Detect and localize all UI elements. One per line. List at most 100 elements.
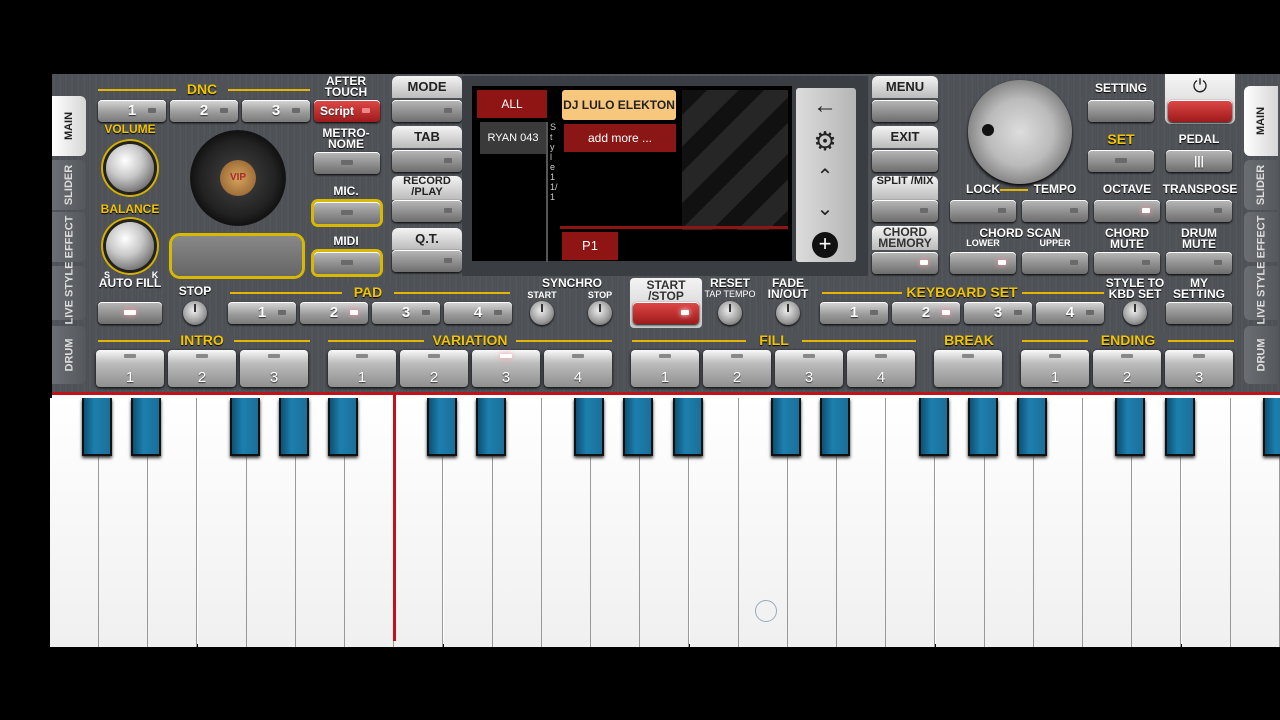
balance-knob[interactable] [106,222,154,270]
black-key[interactable] [967,398,998,456]
black-key[interactable] [771,398,801,456]
tab-main-left[interactable]: MAIN [52,96,86,156]
variation-button-1[interactable]: 1 [328,350,396,387]
keyboard-set-button-3[interactable]: 3 [964,302,1032,324]
intro-button-3[interactable]: 3 [240,350,308,387]
metronome-button[interactable] [314,152,380,174]
keyboard-set-button-1[interactable]: 1 [820,302,888,324]
tempo-dial[interactable] [968,80,1072,184]
tab-effect-right[interactable]: EFFECT [1244,212,1278,262]
synchro-start-knob[interactable] [530,301,554,325]
keyboard-set-button-2[interactable]: 2 [892,302,960,324]
drum-mute-button[interactable] [1166,252,1232,274]
volume-knob[interactable] [106,144,154,192]
chord-memory-button[interactable] [872,252,938,274]
fill-button-4[interactable]: 4 [847,350,915,387]
chevron-up-icon[interactable]: ⌃ [810,164,840,188]
add-more-button[interactable]: add more ... [564,124,676,152]
back-arrow-icon[interactable]: ← [810,92,840,122]
black-key[interactable] [328,398,359,456]
fill-button-2[interactable]: 2 [703,350,771,387]
synchro-stop-knob[interactable] [588,301,612,325]
intro-button-1[interactable]: 1 [96,350,164,387]
tab-main-right[interactable]: MAIN [1244,86,1278,156]
black-key[interactable] [475,398,506,456]
transpose-button[interactable] [1166,200,1232,222]
black-key[interactable] [574,398,605,456]
black-key[interactable] [918,398,949,456]
black-key[interactable] [820,398,851,456]
display-pad[interactable] [172,236,302,276]
intro-button-2[interactable]: 2 [168,350,236,387]
tab-live-style-left[interactable]: LIVE STYLE [52,262,86,324]
exit-button[interactable] [872,150,938,172]
piano-keyboard[interactable] [50,392,1280,647]
chevron-down-icon[interactable]: ⌄ [810,196,840,220]
black-key[interactable] [623,398,654,456]
tab-live-style-right[interactable]: LIVE STYLE [1244,262,1278,324]
pad-button-2[interactable]: 2 [300,302,368,324]
power-button[interactable] [1168,100,1232,122]
tab-button[interactable] [392,150,462,172]
dnc-button-1[interactable]: 1 [98,100,166,122]
qt-button[interactable] [392,250,462,272]
chord-scan-lower-button[interactable] [950,252,1016,274]
all-button[interactable]: ALL [477,90,547,118]
ending-button-3[interactable]: 3 [1165,350,1233,387]
tempo-button[interactable] [1022,200,1088,222]
fill-button-1[interactable]: 1 [631,350,699,387]
mode-button[interactable] [392,100,462,122]
tab-slider-left[interactable]: SLIDER [52,160,86,210]
add-icon[interactable]: + [812,232,838,258]
pad-button-3[interactable]: 3 [372,302,440,324]
script-button[interactable]: Script [314,100,380,122]
auto-fill-button[interactable] [98,302,162,324]
fade-knob[interactable] [776,301,800,325]
black-key[interactable] [426,398,457,456]
my-setting-button[interactable] [1166,302,1232,324]
black-key[interactable] [1115,398,1146,456]
black-key[interactable] [672,398,703,456]
midi-button[interactable] [314,252,380,274]
split-mix-button[interactable] [872,200,938,222]
pad-button-1[interactable]: 1 [228,302,296,324]
pad-button-4[interactable]: 4 [444,302,512,324]
chord-scan-upper-button[interactable] [1022,252,1088,274]
variation-button-4[interactable]: 4 [544,350,612,387]
tab-drum-left[interactable]: DRUM [52,326,86,384]
black-key[interactable] [1017,398,1047,456]
setting-button[interactable] [1088,100,1154,122]
ending-button-1[interactable]: 1 [1021,350,1089,387]
chord-mute-button[interactable] [1094,252,1160,274]
black-key[interactable] [82,398,113,456]
set-button[interactable] [1088,150,1154,172]
menu-button[interactable] [872,100,938,122]
black-key[interactable] [229,398,260,456]
gear-icon[interactable]: ⚙ [810,126,840,156]
tab-drum-right[interactable]: DRUM [1244,326,1278,384]
variation-button-2[interactable]: 2 [400,350,468,387]
black-key[interactable] [131,398,162,456]
ending-button-2[interactable]: 2 [1093,350,1161,387]
record-play-button[interactable] [392,200,462,222]
variation-button-3[interactable]: 3 [472,350,540,387]
black-key[interactable] [1164,398,1195,456]
start-stop-button[interactable] [633,302,699,324]
black-key[interactable] [279,398,309,456]
mic-button[interactable] [314,202,380,224]
style-to-kbd-knob[interactable] [1123,301,1147,325]
black-key[interactable] [1263,398,1280,456]
tab-slider-right[interactable]: SLIDER [1244,160,1278,210]
lock-button[interactable] [950,200,1016,222]
keyboard-set-button-4[interactable]: 4 [1036,302,1104,324]
dnc-button-3[interactable]: 3 [242,100,310,122]
dnc-button-2[interactable]: 2 [170,100,238,122]
tab-effect-left[interactable]: EFFECT [52,212,86,262]
pedal-button[interactable]: ||| [1166,150,1232,172]
stop-knob[interactable] [183,301,207,325]
selected-style-button[interactable]: DJ LULO ELEKTON [562,90,676,120]
octave-button[interactable] [1094,200,1160,222]
break-button[interactable] [934,350,1002,387]
fill-button-3[interactable]: 3 [775,350,843,387]
reset-knob[interactable] [718,301,742,325]
